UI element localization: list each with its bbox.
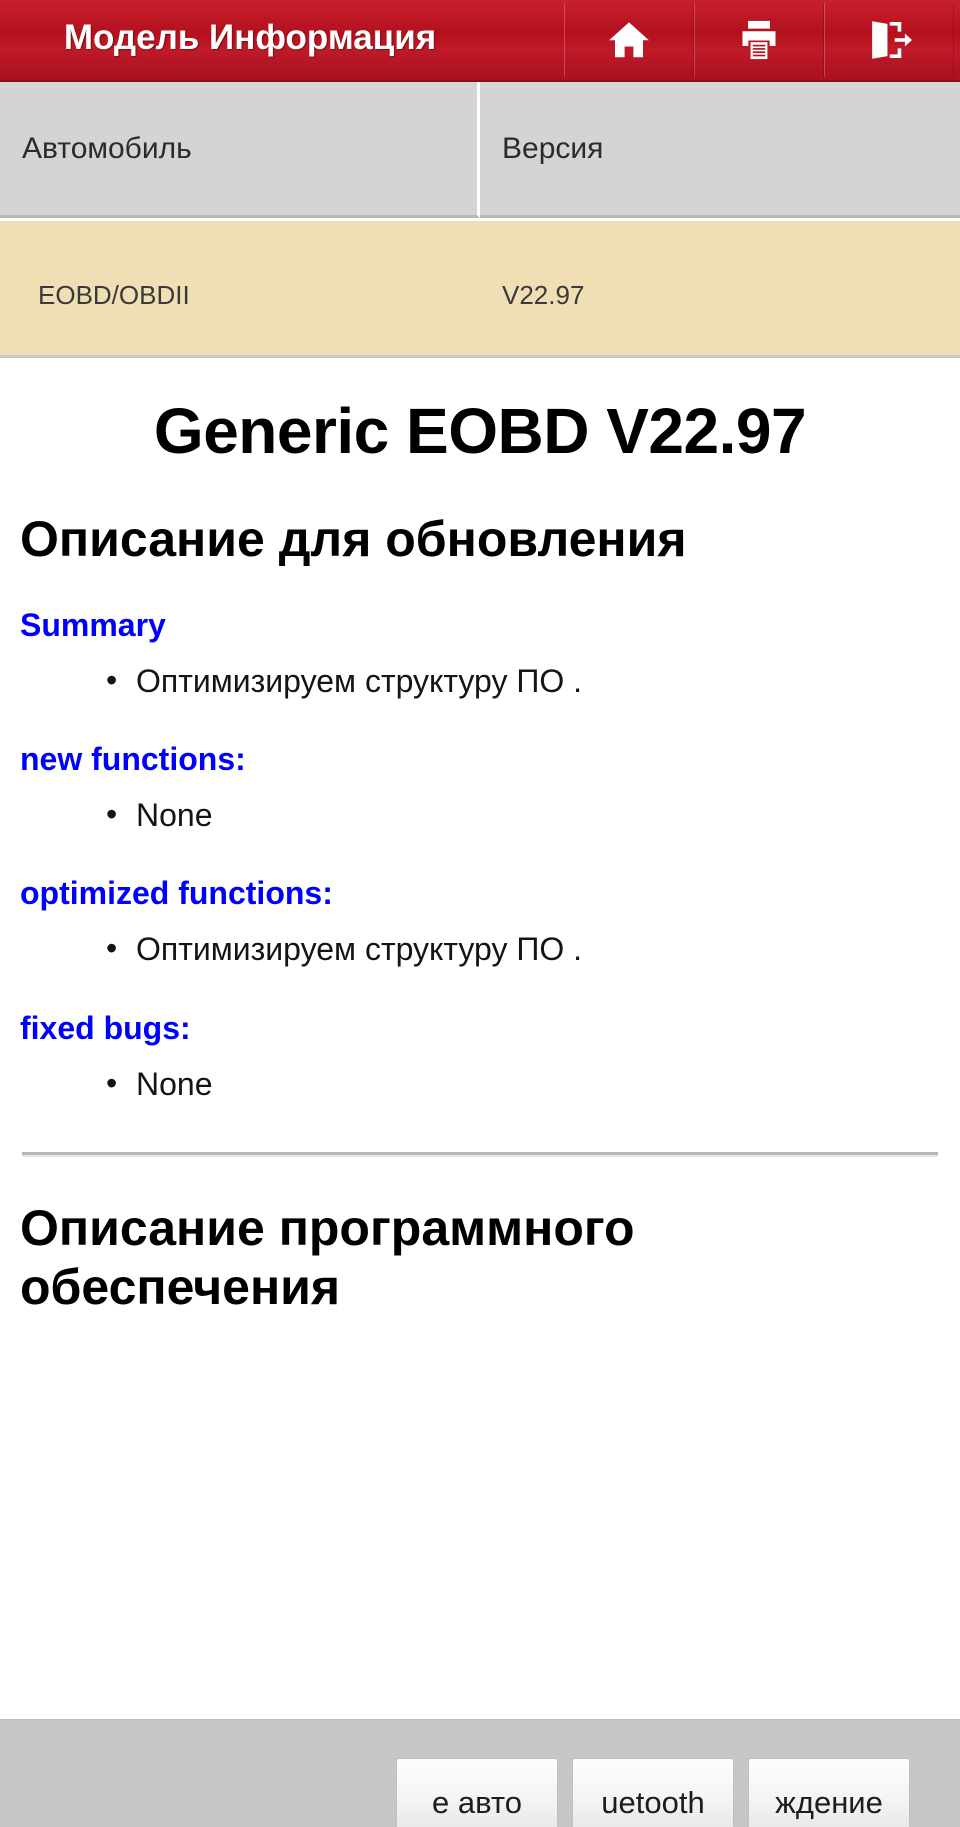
print-button[interactable] [694, 3, 824, 77]
exit-button[interactable] [824, 3, 954, 77]
home-icon [606, 17, 652, 63]
section-label-new-functions: new functions: [20, 741, 246, 778]
confirm-button[interactable]: ждение [748, 1758, 910, 1827]
table-row[interactable]: EOBD/OBDII V22.97 [0, 218, 960, 358]
title-bar: Модель Информация [0, 0, 960, 82]
bluetooth-button[interactable]: uetooth [572, 1758, 734, 1827]
vehicle-selection-button[interactable]: е авто [396, 1758, 558, 1827]
software-description-heading: Описание программного обеспечения [20, 1199, 635, 1315]
cell-vehicle: EOBD/OBDII [38, 279, 190, 310]
bottom-toolbar-buttons: е авто uetooth ждение [396, 1758, 910, 1827]
home-button[interactable] [564, 3, 694, 77]
column-header-version: Версия [480, 82, 960, 218]
document-body: Generic EOBD V22.97 Описание для обновле… [0, 394, 960, 1317]
cell-version: V22.97 [502, 279, 585, 310]
titlebar-actions [564, 3, 954, 77]
print-icon [737, 18, 781, 62]
section-label-fixed-bugs: fixed bugs: [20, 1009, 191, 1046]
section-list-optimized-functions: Оптимизируем структуру ПО . [18, 927, 942, 971]
section-list-new-functions: None [18, 793, 942, 837]
page-title: Модель Информация [63, 18, 437, 57]
table-header-row: Автомобиль Версия [0, 82, 960, 218]
update-description-heading: Описание для обновления [20, 511, 687, 567]
software-title: Generic EOBD V22.97 [153, 395, 807, 467]
section-label-optimized-functions: optimized functions: [20, 875, 333, 912]
section-list-fixed-bugs: None [18, 1062, 942, 1106]
list-item: Оптимизируем структуру ПО . [106, 659, 942, 703]
list-item: None [106, 1062, 942, 1106]
exit-icon [866, 17, 912, 63]
section-list-summary: Оптимизируем структуру ПО . [18, 659, 942, 703]
section-divider [22, 1151, 938, 1157]
section-label-summary: Summary [20, 607, 166, 643]
list-item: Оптимизируем структуру ПО . [106, 927, 942, 971]
list-item: None [106, 793, 942, 837]
bottom-toolbar: е авто uetooth ждение [0, 1719, 960, 1827]
column-header-vehicle: Автомобиль [0, 82, 480, 218]
vehicle-info-table: Автомобиль Версия EOBD/OBDII V22.97 [0, 82, 960, 358]
